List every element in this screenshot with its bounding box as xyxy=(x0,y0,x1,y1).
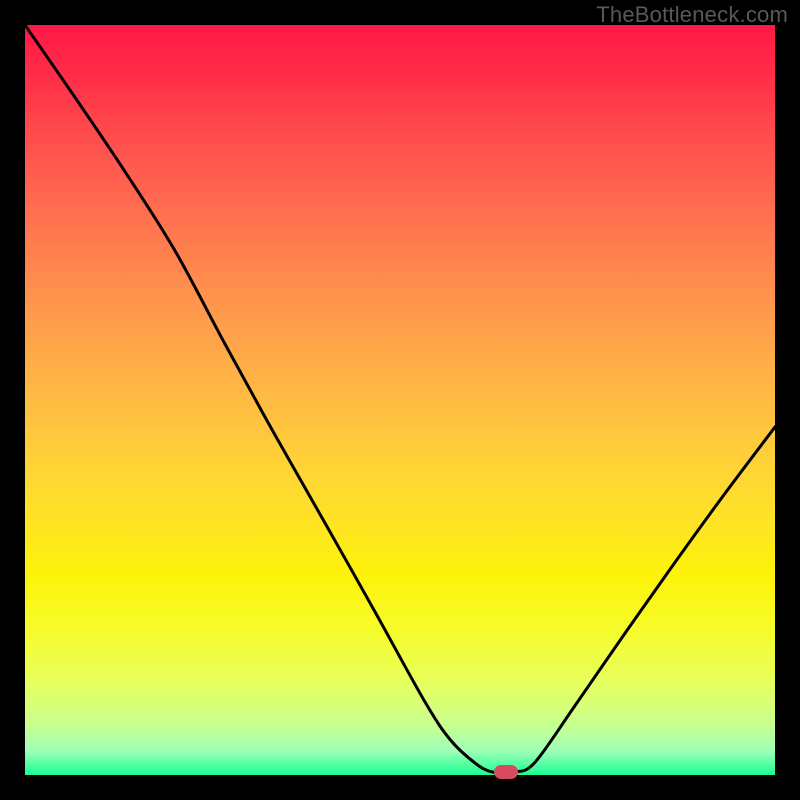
chart-frame: TheBottleneck.com xyxy=(0,0,800,800)
curve-svg xyxy=(25,25,775,775)
plot-area xyxy=(25,25,775,775)
watermark-text: TheBottleneck.com xyxy=(596,2,788,28)
optimal-marker xyxy=(494,765,518,779)
bottleneck-curve xyxy=(25,25,775,773)
